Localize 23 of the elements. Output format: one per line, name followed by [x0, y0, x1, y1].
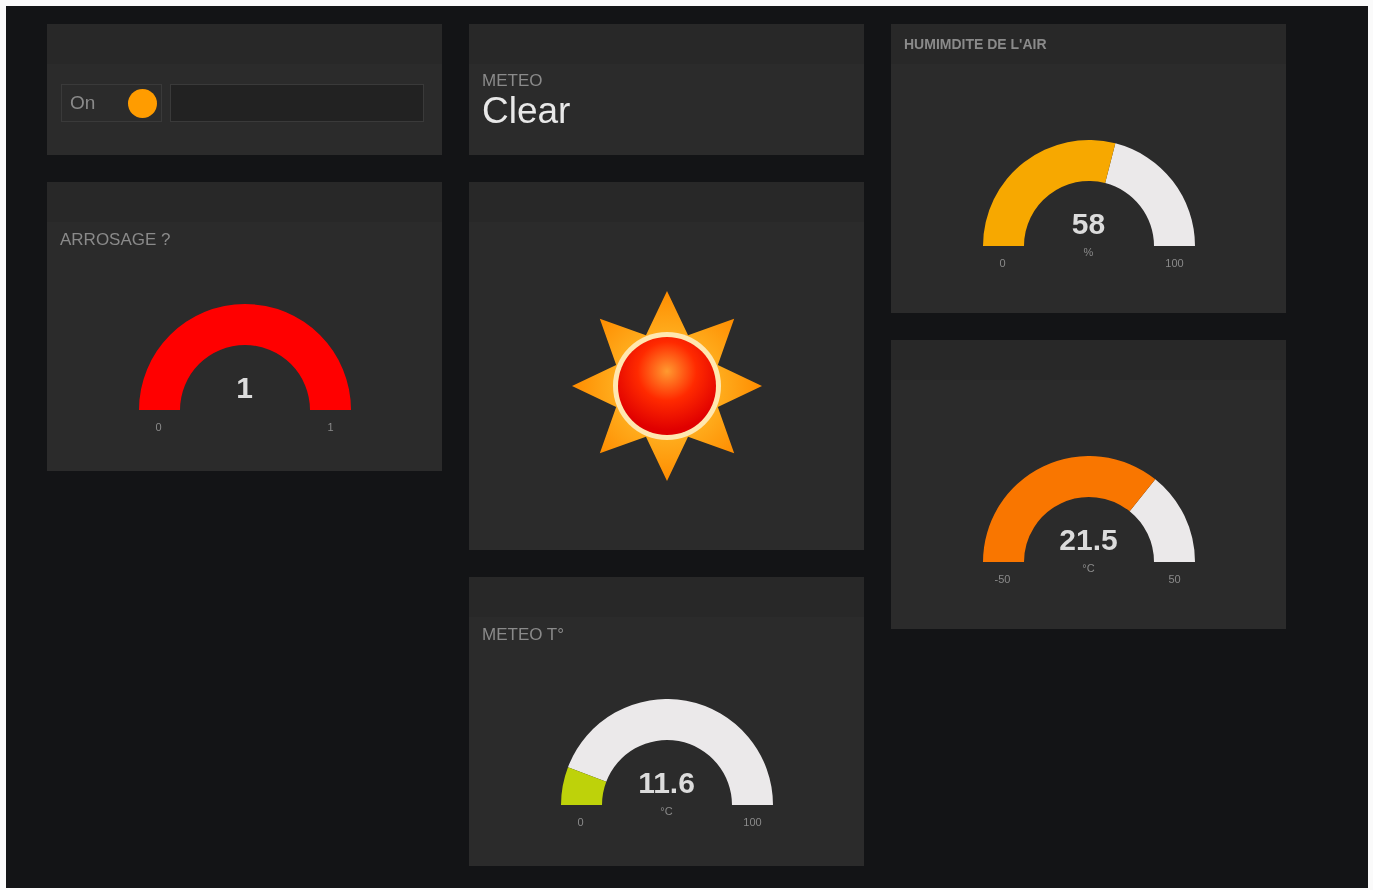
input-field[interactable] — [170, 84, 424, 122]
gauge-min: -50 — [994, 573, 1011, 585]
gauge-min: 0 — [577, 816, 584, 828]
toggle-switch[interactable]: On — [61, 84, 162, 122]
gauge-value: 1 — [236, 371, 253, 405]
gauge-unit: °C — [660, 805, 673, 817]
gauge-min: 0 — [999, 257, 1006, 269]
gauge-value: 21.5 — [1059, 523, 1118, 557]
gauge-unit: % — [1083, 246, 1094, 258]
gauge-max: 50 — [1168, 573, 1181, 585]
gauge-title: METEO T° — [482, 625, 565, 645]
gauge-title: ARROSAGE ? — [60, 230, 171, 250]
card-title: HUMIMDITE DE L'AIR — [904, 36, 1047, 52]
gauge-max: 100 — [743, 816, 762, 828]
gauge-unit: °C — [1082, 562, 1095, 574]
gauge-max: 1 — [327, 421, 334, 433]
status-dot — [128, 88, 157, 118]
gauge-value: 58 — [1071, 207, 1106, 241]
gauge-value: 11.6 — [638, 766, 695, 800]
gauge-max: 100 — [1165, 257, 1184, 269]
text-value: Clear — [482, 91, 571, 131]
text-label: METEO — [482, 71, 543, 91]
gauge-min: 0 — [155, 421, 162, 433]
